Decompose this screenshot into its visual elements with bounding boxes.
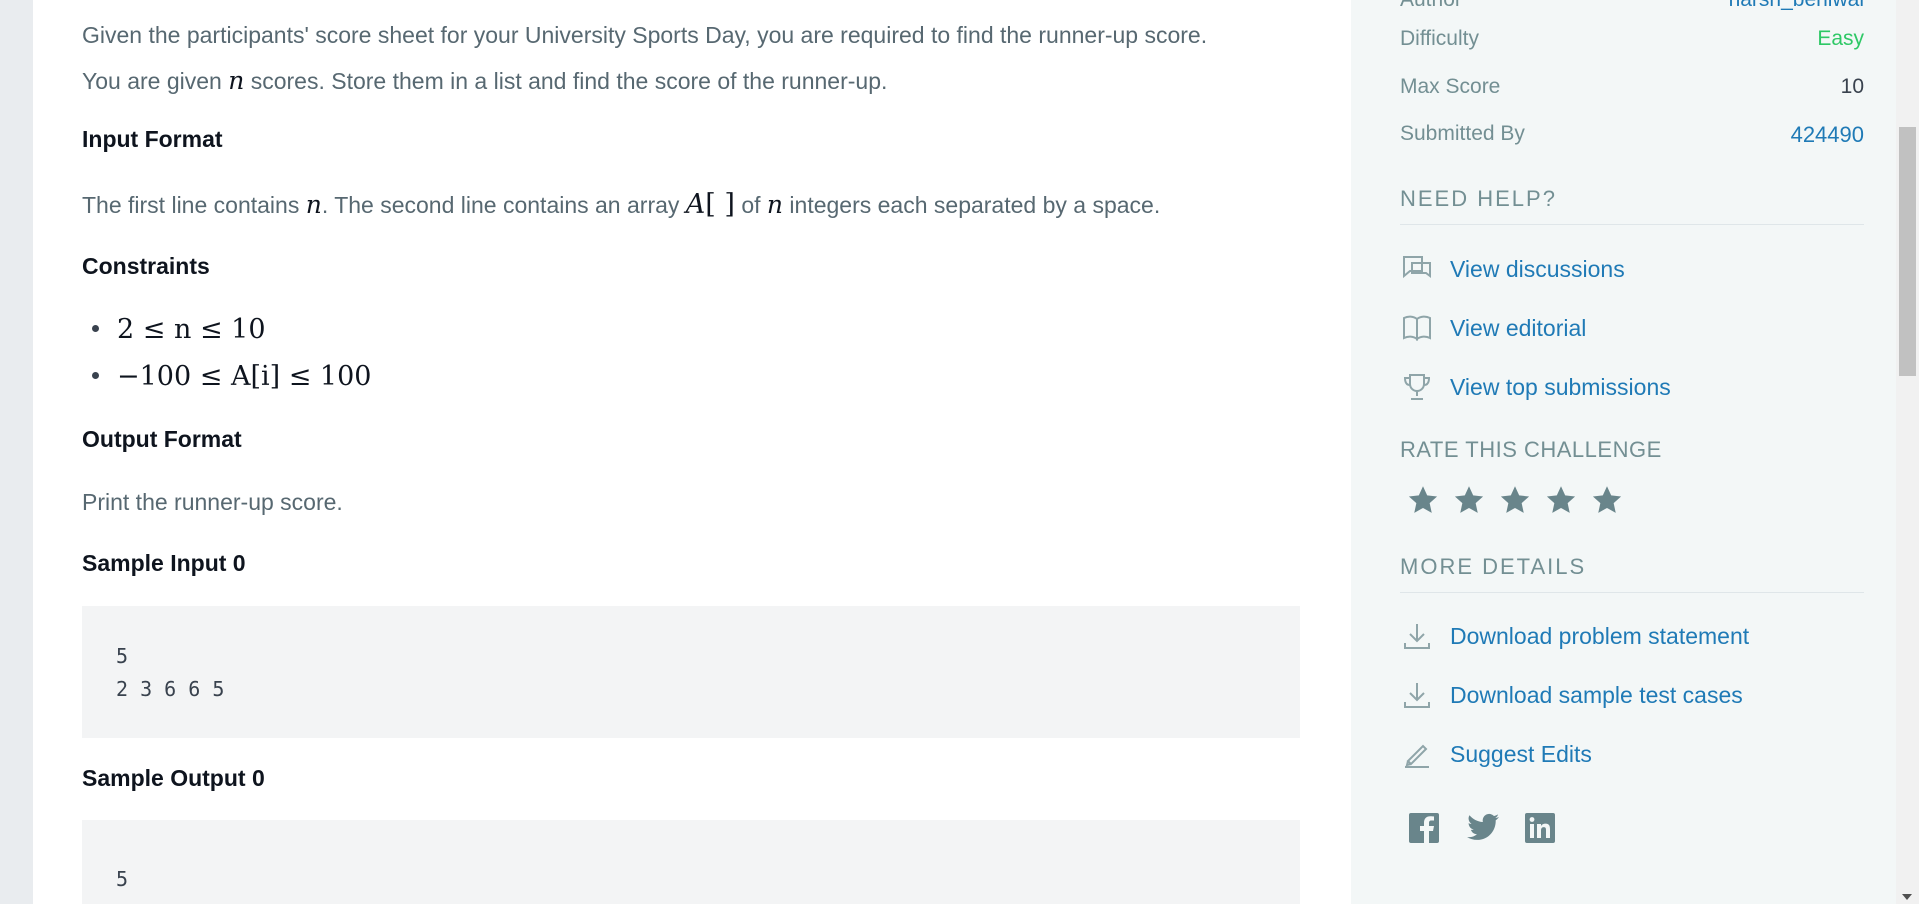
sample-output-heading: Sample Output 0 <box>82 765 265 791</box>
more-details-heading: MORE DETAILS <box>1400 554 1864 593</box>
discussion-icon <box>1400 252 1434 286</box>
max-score-value: 10 <box>1840 75 1864 98</box>
list-item: 2 ≤ n ≤ 10 <box>92 306 371 353</box>
rate-challenge-heading: RATE THIS CHALLENGE <box>1400 437 1662 462</box>
math-var-n: n <box>305 190 322 219</box>
trophy-icon <box>1400 370 1434 404</box>
math-var-n: n <box>766 190 784 219</box>
sample-input-text: 5 2 3 6 6 5 <box>116 644 225 701</box>
scroll-down-arrow-icon[interactable] <box>1902 894 1912 900</box>
author-label: Author <box>1400 0 1462 12</box>
book-icon <box>1400 311 1434 345</box>
constraints-list: 2 ≤ n ≤ 10 −100 ≤ A[i] ≤ 100 <box>92 306 371 400</box>
linkedin-icon[interactable] <box>1516 808 1574 848</box>
download-sample-test-cases-label: Download sample test cases <box>1450 681 1743 708</box>
sample-output-text: 5 <box>116 867 129 891</box>
intro-paragraph-1: Given the participants' score sheet for … <box>82 22 1208 48</box>
social-share <box>1400 808 1574 848</box>
max-score-row: Max Score 10 <box>1400 75 1864 105</box>
difficulty-label: Difficulty <box>1400 27 1479 50</box>
download-sample-test-cases-link[interactable]: Download sample test cases <box>1400 677 1743 713</box>
intro-text-b: scores. Store them in a list and find th… <box>244 68 888 94</box>
download-problem-statement-link[interactable]: Download problem statement <box>1400 618 1749 654</box>
star-icon[interactable] <box>1492 480 1538 520</box>
max-score-label: Max Score <box>1400 75 1501 98</box>
star-icon[interactable] <box>1584 480 1630 520</box>
difficulty-row: Difficulty Easy <box>1400 27 1864 57</box>
need-help-heading: NEED HELP? <box>1400 186 1864 225</box>
problem-statement-panel: Given the participants' score sheet for … <box>33 0 1351 904</box>
sample-output-code: 5 <box>82 820 1300 904</box>
page-gutter <box>0 0 33 904</box>
download-icon <box>1400 678 1434 712</box>
download-icon <box>1400 619 1434 653</box>
challenge-sidebar: Author harsh_beniwal Difficulty Easy Max… <box>1351 0 1896 904</box>
intro-paragraph-2: You are given n scores. Store them in a … <box>82 58 887 104</box>
input-text-b: . The second line contains an array <box>321 192 686 218</box>
math-brackets: [ ] <box>705 189 735 220</box>
suggest-edits-label: Suggest Edits <box>1450 740 1592 767</box>
sample-input-heading: Sample Input 0 <box>82 550 246 576</box>
twitter-icon[interactable] <box>1458 808 1516 848</box>
constraint-text: 2 ≤ n ≤ 10 <box>117 314 266 345</box>
pencil-icon <box>1400 737 1434 771</box>
sample-input-code: 5 2 3 6 6 5 <box>82 606 1300 738</box>
input-format-heading: Input Format <box>82 126 223 152</box>
submitted-by-link[interactable]: 424490 <box>1791 122 1864 148</box>
scrollbar-thumb[interactable] <box>1899 127 1916 376</box>
page-scrollbar[interactable] <box>1896 0 1919 904</box>
input-text-c: of <box>734 192 767 218</box>
view-editorial-link[interactable]: View editorial <box>1400 310 1586 346</box>
intro-text-a: You are given <box>82 68 229 94</box>
rating-stars <box>1400 480 1630 520</box>
view-discussions-link[interactable]: View discussions <box>1400 251 1625 287</box>
author-row: Author harsh_beniwal <box>1400 0 1864 18</box>
submitted-by-label: Submitted By <box>1400 122 1525 145</box>
bullet <box>92 325 99 332</box>
download-problem-statement-label: Download problem statement <box>1450 622 1750 649</box>
output-format-heading: Output Format <box>82 426 242 452</box>
view-discussions-label: View discussions <box>1450 255 1625 282</box>
list-item: −100 ≤ A[i] ≤ 100 <box>92 353 371 400</box>
submitted-by-row: Submitted By 424490 <box>1400 122 1864 152</box>
math-var-n: n <box>228 66 245 95</box>
view-editorial-label: View editorial <box>1450 314 1587 341</box>
constraints-heading: Constraints <box>82 253 210 279</box>
facebook-icon[interactable] <box>1400 808 1458 848</box>
math-var-a: A <box>685 189 706 220</box>
star-icon[interactable] <box>1400 480 1446 520</box>
bullet <box>92 372 99 379</box>
input-format-text: The first line contains n. The second li… <box>82 182 1160 228</box>
suggest-edits-link[interactable]: Suggest Edits <box>1400 736 1592 772</box>
star-icon[interactable] <box>1446 480 1492 520</box>
view-top-submissions-label: View top submissions <box>1450 373 1671 400</box>
input-text-d: integers each separated by a space. <box>783 192 1161 218</box>
output-format-text: Print the runner-up score. <box>82 489 343 515</box>
author-link[interactable]: harsh_beniwal <box>1729 0 1864 12</box>
star-icon[interactable] <box>1538 480 1584 520</box>
constraint-text: −100 ≤ A[i] ≤ 100 <box>117 361 372 392</box>
input-text-a: The first line contains <box>82 192 306 218</box>
view-top-submissions-link[interactable]: View top submissions <box>1400 369 1671 405</box>
difficulty-value: Easy <box>1817 27 1864 50</box>
